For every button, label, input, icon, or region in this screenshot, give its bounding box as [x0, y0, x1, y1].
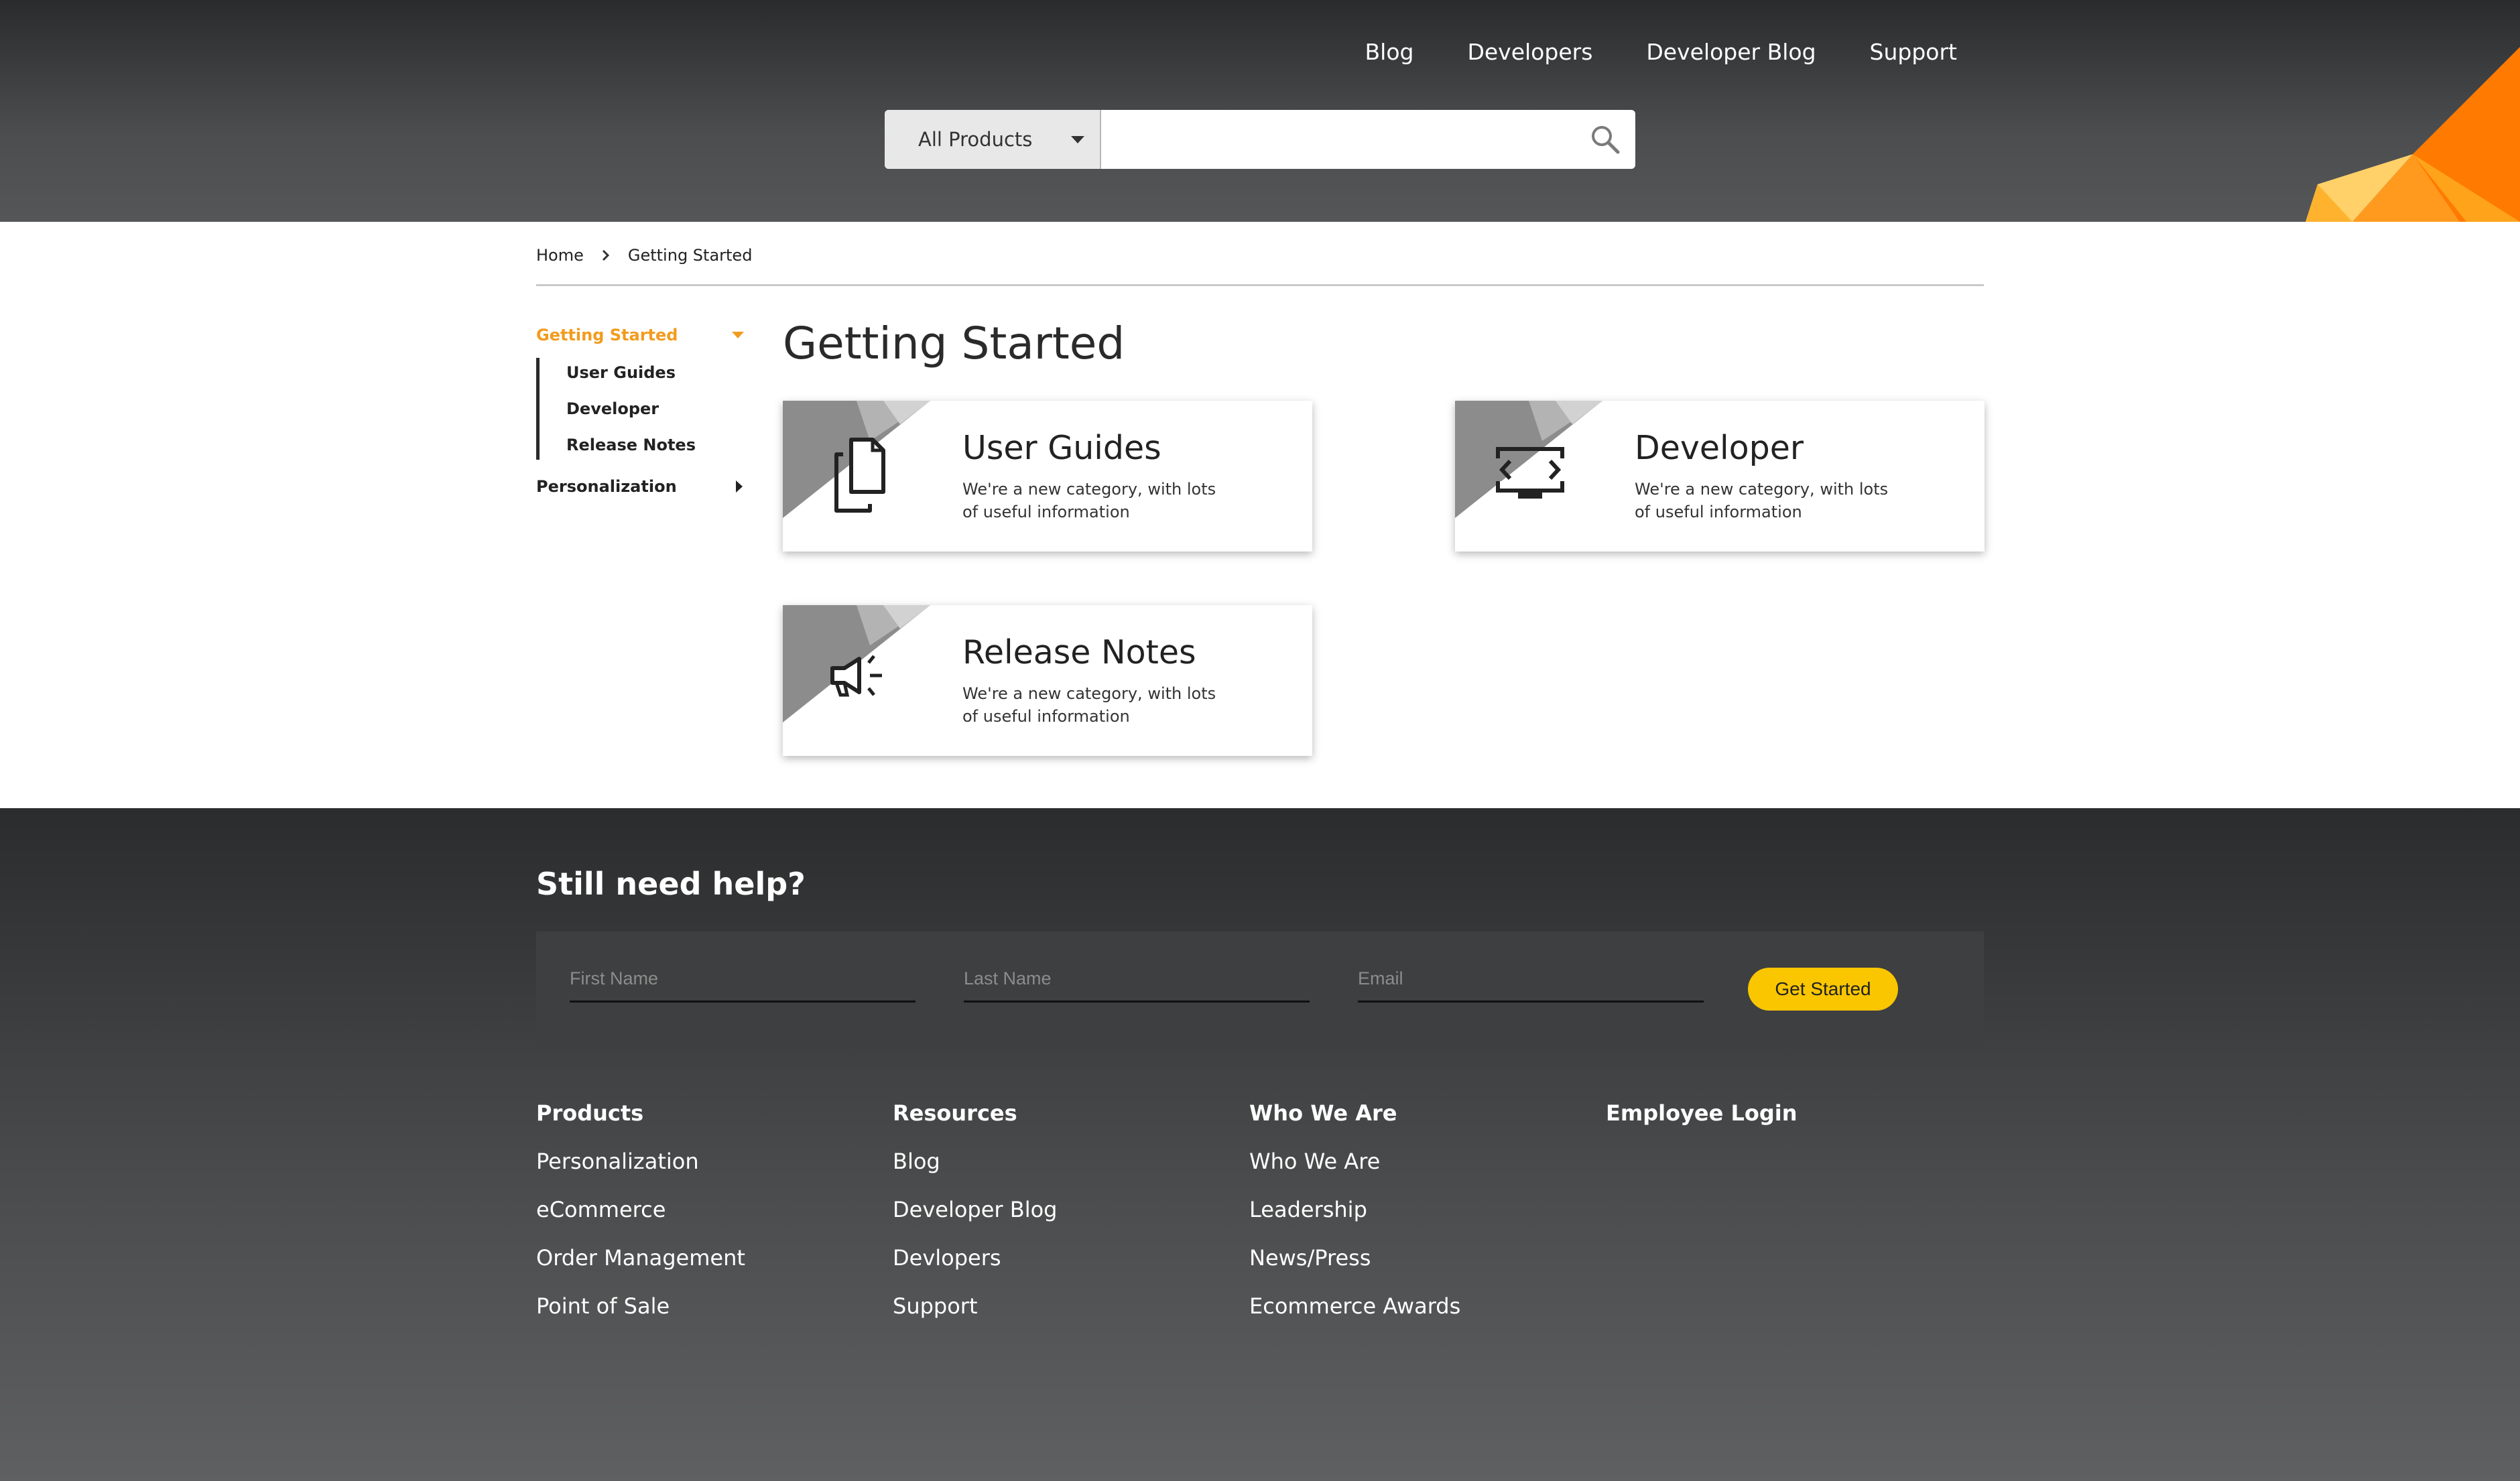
footer-link-ecommerce-awards[interactable]: Ecommerce Awards	[1249, 1293, 1571, 1319]
footer-column-heading: Products	[536, 1100, 644, 1126]
footer-column-heading: Who We Are	[1249, 1100, 1397, 1126]
sidebar-item-personalization[interactable]: Personalization	[536, 477, 751, 496]
top-nav: Blog Developers Developer Blog Support	[1365, 39, 1957, 65]
card-description: We're a new category, with lots of usefu…	[1635, 480, 1889, 521]
nav-blog-link[interactable]: Blog	[1365, 39, 1414, 65]
footer-column-products: Products Personalization eCommerce Order…	[536, 1100, 858, 1342]
sidebar-subitem-developer[interactable]: Developer	[566, 399, 751, 418]
search-input[interactable]	[1101, 110, 1575, 169]
first-name-field-wrap	[570, 958, 916, 1003]
megaphone-icon	[830, 655, 882, 697]
sidebar-subitems: User Guides Developer Release Notes	[536, 358, 751, 460]
footer-column-who-we-are: Who We Are Who We Are Leadership News/Pr…	[1249, 1100, 1571, 1342]
card-description: We're a new category, with lots of usefu…	[962, 684, 1216, 726]
category-card-user-guides[interactable]: User Guides We're a new category, with l…	[783, 401, 1312, 552]
breadcrumb-home-link[interactable]: Home	[536, 246, 584, 265]
breadcrumb: Home Getting Started	[536, 244, 752, 267]
employee-login-link[interactable]: Employee Login	[1606, 1100, 1928, 1126]
category-card-developer[interactable]: Developer We're a new category, with lot…	[1455, 401, 1984, 552]
footer-link-personalization[interactable]: Personalization	[536, 1149, 858, 1174]
help-title: Still need help?	[536, 866, 806, 902]
caret-right-icon	[736, 480, 743, 493]
search-button[interactable]	[1575, 110, 1635, 169]
card-title: Release Notes	[962, 633, 1196, 671]
code-monitor-icon	[1496, 447, 1564, 499]
footer-link-ecommerce[interactable]: eCommerce	[536, 1197, 858, 1222]
breadcrumb-current: Getting Started	[627, 246, 753, 265]
email-field-wrap	[1358, 958, 1704, 1003]
product-filter-value: All Products	[918, 128, 1033, 151]
sidebar-item-getting-started[interactable]: Getting Started	[536, 326, 751, 344]
search-bar: All Products	[885, 110, 1635, 169]
footer-link-point-of-sale[interactable]: Point of Sale	[536, 1293, 858, 1319]
caret-down-icon	[732, 332, 744, 338]
nav-developer-blog-link[interactable]: Developer Blog	[1646, 39, 1816, 65]
site-header: Blog Developers Developer Blog Support A…	[0, 0, 2520, 222]
footer-column-heading: Resources	[893, 1100, 1017, 1126]
document-copy-icon	[834, 438, 885, 513]
sidebar-subitem-release-notes[interactable]: Release Notes	[566, 436, 751, 454]
sidebar-subitem-user-guides[interactable]: User Guides	[566, 363, 751, 382]
footer-link-blog[interactable]: Blog	[893, 1149, 1214, 1174]
contact-form: Get Started	[536, 931, 1984, 1047]
footer-link-developers[interactable]: Devlopers	[893, 1245, 1214, 1271]
footer-column-resources: Resources Blog Developer Blog Devlopers …	[893, 1100, 1214, 1342]
first-name-input[interactable]	[570, 958, 916, 999]
page-title: Getting Started	[783, 318, 1125, 369]
footer-link-news-press[interactable]: News/Press	[1249, 1245, 1571, 1271]
get-started-button[interactable]: Get Started	[1748, 968, 1898, 1011]
footer-link-leadership[interactable]: Leadership	[1249, 1197, 1571, 1222]
sidebar-item-label: Personalization	[536, 477, 677, 496]
product-filter-dropdown[interactable]: All Products	[885, 110, 1101, 169]
email-input[interactable]	[1358, 958, 1704, 999]
nav-support-link[interactable]: Support	[1870, 39, 1957, 65]
last-name-input[interactable]	[964, 958, 1310, 999]
footer-link-order-management[interactable]: Order Management	[536, 1245, 858, 1271]
last-name-field-wrap	[964, 958, 1310, 1003]
footer-column-employee-login: Employee Login	[1606, 1100, 1928, 1149]
footer-link-support[interactable]: Support	[893, 1293, 1214, 1319]
card-title: Developer	[1635, 429, 1804, 467]
caret-down-icon	[1071, 135, 1085, 143]
card-description: We're a new category, with lots of usefu…	[962, 480, 1216, 521]
chevron-right-icon	[602, 249, 609, 261]
search-icon	[1592, 126, 1620, 154]
nav-developers-link[interactable]: Developers	[1467, 39, 1592, 65]
sidebar-item-label: Getting Started	[536, 326, 678, 344]
footer-link-who-we-are[interactable]: Who We Are	[1249, 1149, 1571, 1174]
breadcrumb-divider	[536, 284, 1984, 286]
decorative-polygon-graphic	[2306, 47, 2520, 222]
footer-link-developer-blog[interactable]: Developer Blog	[893, 1197, 1214, 1222]
category-card-release-notes[interactable]: Release Notes We're a new category, with…	[783, 605, 1312, 756]
sidebar-nav: Getting Started User Guides Developer Re…	[536, 326, 751, 496]
site-footer: Still need help? Get Started Products Pe…	[0, 808, 2520, 1481]
card-title: User Guides	[962, 429, 1161, 467]
